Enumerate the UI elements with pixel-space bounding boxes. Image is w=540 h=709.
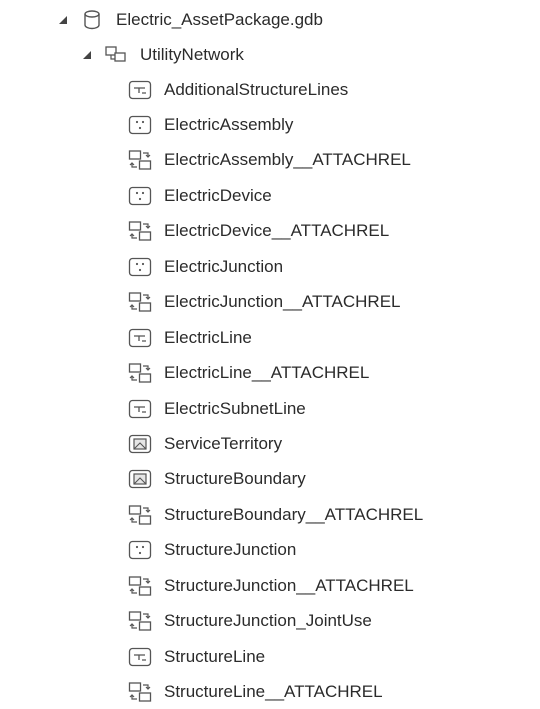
tree-item-feature-class[interactable]: StructureBoundary [0,461,540,496]
tree-item-relationship-class[interactable]: StructureJunction_JointUse [0,603,540,638]
tree-item-label: StructureJunction [164,540,297,559]
tree-item-relationship-class[interactable]: ElectricJunction__ATTACHREL [0,284,540,319]
point-feature-class-icon [128,538,152,562]
feature-dataset-icon [104,43,128,67]
tree-item-label: ElectricDevice [164,186,272,205]
line-feature-class-icon [128,397,152,421]
tree-item-relationship-class[interactable]: StructureBoundary__ATTACHREL [0,497,540,532]
tree-item-label: StructureJunction_JointUse [164,611,372,630]
point-feature-class-icon [128,184,152,208]
tree-item-label: Electric_AssetPackage.gdb [116,10,323,29]
tree-item-feature-class[interactable]: ElectricJunction [0,249,540,284]
tree-item-label: StructureBoundary__ATTACHREL [164,505,424,524]
tree-item-feature-class[interactable]: StructureLine [0,639,540,674]
relationship-class-icon [128,503,152,527]
tree-item-label: ElectricJunction [164,257,284,276]
relationship-class-icon [128,574,152,598]
tree-item-label: StructureJunction__ATTACHREL [164,576,414,595]
tree-item-feature-class[interactable]: ServiceTerritory [0,426,540,461]
relationship-class-icon [128,680,152,704]
relationship-class-icon [128,609,152,633]
tree-item-feature-class[interactable]: ElectricAssembly [0,107,540,142]
tree-item-label: UtilityNetwork [140,45,244,64]
point-feature-class-icon [128,113,152,137]
tree-item-label: StructureLine [164,647,266,666]
tree-item-feature-class[interactable]: ElectricDevice [0,178,540,213]
tree-item-relationship-class[interactable]: ElectricLine__ATTACHREL [0,355,540,390]
tree-item-label: ElectricAssembly__ATTACHREL [164,150,411,169]
collapse-caret-icon[interactable] [82,50,92,60]
catalog-tree: Electric_AssetPackage.gdb UtilityNetwork… [0,0,540,707]
tree-item-label: ElectricAssembly [164,115,294,134]
relationship-class-icon [128,219,152,243]
tree-item-feature-class[interactable]: StructureJunction [0,532,540,567]
point-feature-class-icon [128,255,152,279]
relationship-class-icon [128,361,152,385]
tree-item-label: ElectricLine__ATTACHREL [164,363,370,382]
tree-item-label: ElectricJunction__ATTACHREL [164,292,401,311]
relationship-class-icon [128,290,152,314]
tree-item-relationship-class[interactable]: ElectricAssembly__ATTACHREL [0,142,540,177]
line-feature-class-icon [128,78,152,102]
tree-item-label: ServiceTerritory [164,434,283,453]
geodatabase-icon [80,8,104,32]
tree-item-label: ElectricSubnetLine [164,399,306,418]
line-feature-class-icon [128,326,152,350]
tree-item-label: StructureLine__ATTACHREL [164,682,383,701]
tree-item-feature-class[interactable]: ElectricLine [0,320,540,355]
tree-item-label: ElectricDevice__ATTACHREL [164,221,390,240]
tree-item-label: ElectricLine [164,328,252,347]
collapse-caret-icon[interactable] [58,15,68,25]
tree-item-label: StructureBoundary [164,469,306,488]
tree-item-relationship-class[interactable]: StructureLine__ATTACHREL [0,674,540,709]
tree-item-geodatabase[interactable]: Electric_AssetPackage.gdb [0,2,540,37]
relationship-class-icon [128,148,152,172]
polygon-feature-class-icon [128,432,152,456]
line-feature-class-icon [128,645,152,669]
tree-item-feature-class[interactable]: ElectricSubnetLine [0,391,540,426]
tree-item-relationship-class[interactable]: ElectricDevice__ATTACHREL [0,213,540,248]
tree-item-feature-dataset[interactable]: UtilityNetwork [0,37,540,72]
tree-item-label: AdditionalStructureLines [164,80,349,99]
polygon-feature-class-icon [128,467,152,491]
tree-item-relationship-class[interactable]: StructureJunction__ATTACHREL [0,568,540,603]
tree-item-feature-class[interactable]: AdditionalStructureLines [0,72,540,107]
